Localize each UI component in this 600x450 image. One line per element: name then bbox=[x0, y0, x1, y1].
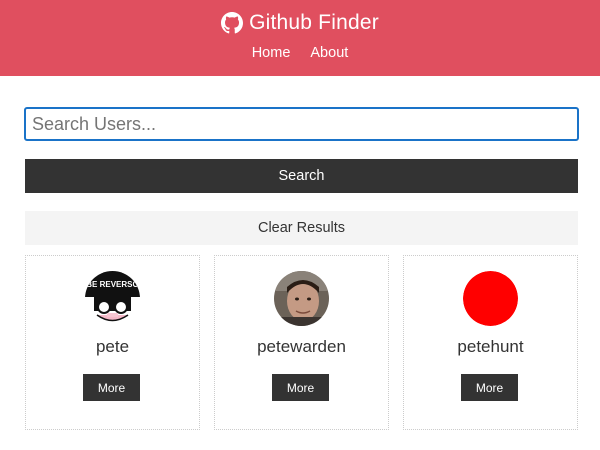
svg-text:BE REVERSO: BE REVERSO bbox=[86, 280, 138, 289]
username: petewarden bbox=[257, 337, 346, 356]
avatar bbox=[463, 271, 518, 326]
avatar: BE REVERSO bbox=[85, 271, 140, 326]
github-icon bbox=[221, 12, 244, 34]
search-input[interactable] bbox=[24, 107, 579, 141]
brand: Github Finder bbox=[0, 11, 600, 35]
avatar bbox=[274, 271, 329, 326]
username: petehunt bbox=[457, 337, 524, 356]
nav-link-home[interactable]: Home bbox=[252, 45, 291, 61]
nav-links: Home About bbox=[0, 45, 600, 61]
more-button[interactable]: More bbox=[461, 374, 518, 401]
user-card: BE REVERSO pete More bbox=[25, 255, 200, 430]
search-button[interactable]: Search bbox=[25, 159, 578, 193]
more-button[interactable]: More bbox=[272, 374, 329, 401]
app-title: Github Finder bbox=[249, 11, 379, 34]
navbar: Github Finder Home About bbox=[0, 0, 600, 76]
username: pete bbox=[95, 337, 130, 356]
more-button[interactable]: More bbox=[83, 374, 140, 401]
user-card: petehunt More bbox=[403, 255, 578, 430]
clear-results-button[interactable]: Clear Results bbox=[25, 211, 578, 245]
nav-link-about[interactable]: About bbox=[310, 45, 348, 61]
user-card: petewarden More bbox=[214, 255, 389, 430]
